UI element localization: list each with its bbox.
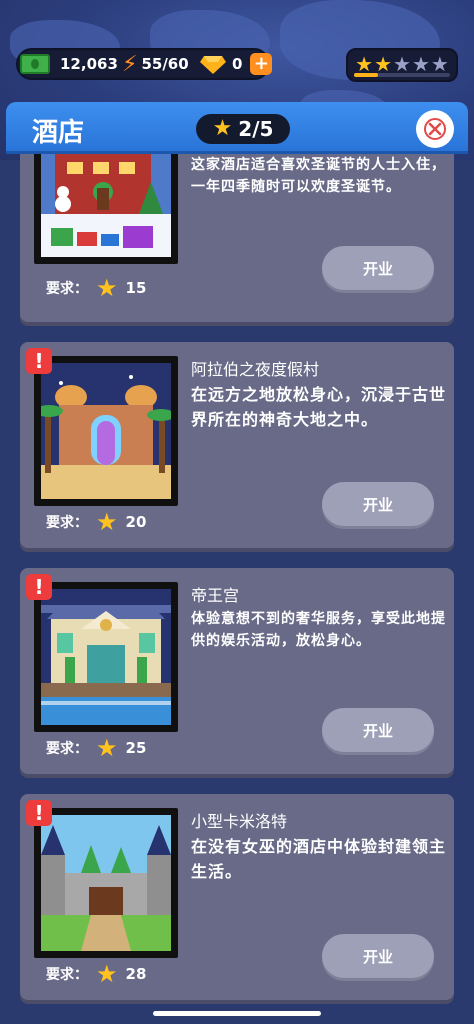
requirement-label: 要求：: [46, 741, 88, 757]
alert-icon: !: [26, 800, 52, 826]
hotel-name: 帝王宫: [191, 586, 240, 605]
open-hotel-button[interactable]: 开业: [322, 934, 434, 978]
hotel-description: 这家酒店适合喜欢圣诞节的人士入住，一年四季随时可以欢度圣诞节。: [191, 157, 446, 195]
hotel-thumbnail-palace: [34, 582, 178, 732]
star-icon: ★: [96, 960, 118, 988]
diamond-icon: [200, 54, 226, 74]
hotel-progress-badge: ★ 2/5: [196, 114, 290, 144]
hotel-card: 这家酒店适合喜欢圣诞节的人士入住，一年四季随时可以欢度圣诞节。 要求： ★ 15…: [20, 154, 454, 322]
star-icon: ★: [355, 52, 374, 76]
hotel-thumbnail-camelot: [34, 808, 178, 958]
requirement: 要求： ★ 20: [46, 510, 146, 534]
star-icon: ★: [393, 52, 411, 76]
cash-icon: [20, 54, 50, 74]
add-gems-button[interactable]: +: [250, 53, 273, 75]
star-icon: ★: [96, 734, 118, 762]
cash-counter: 12,063: [20, 48, 118, 80]
page-title: 酒店: [32, 118, 85, 148]
requirement: 要求： ★ 28: [46, 962, 146, 986]
star-icon: ★: [212, 116, 233, 141]
star-icon: ★: [430, 52, 449, 76]
hotel-card: ! 帝王宫 体验意想不到的奢华服务，享受此地提供的娱乐活动，放松身心。 要求： …: [20, 568, 454, 774]
hotel-card: ! 阿拉伯之夜度假村 在远方之地放松身心，沉浸于古世界所在的神奇大地之中。 要求…: [20, 342, 454, 548]
star-progress-fill: [354, 73, 378, 77]
open-hotel-button[interactable]: 开业: [322, 246, 434, 290]
cash-value: 12,063: [60, 55, 118, 73]
requirement-label: 要求：: [46, 281, 88, 297]
bolt-icon: ⚡: [122, 51, 138, 77]
star-progress-bar: [354, 73, 450, 77]
hotel-list[interactable]: 这家酒店适合喜欢圣诞节的人士入住，一年四季随时可以欢度圣诞节。 要求： ★ 15…: [0, 154, 474, 1024]
hotel-description: 体验意想不到的奢华服务，享受此地提供的娱乐活动，放松身心。: [191, 611, 446, 649]
requirement-value: 20: [125, 513, 147, 531]
requirement-value: 28: [125, 965, 147, 983]
requirement: 要求： ★ 25: [46, 736, 146, 760]
gem-counter: 0 +: [200, 48, 273, 80]
hotel-description: 在远方之地放松身心，沉浸于古世界所在的神奇大地之中。: [191, 385, 447, 429]
requirement-label: 要求：: [46, 515, 88, 531]
energy-value: 55/60: [141, 55, 189, 73]
hotel-thumbnail-arabian: [34, 356, 178, 506]
hotel-name: 小型卡米洛特: [191, 812, 288, 831]
star-icon: ★: [96, 508, 118, 536]
home-indicator[interactable]: [153, 1011, 321, 1016]
close-icon: [424, 118, 446, 140]
close-button[interactable]: [416, 110, 454, 148]
requirement: 要求： ★ 15: [46, 276, 146, 300]
hotel-name: 阿拉伯之夜度假村: [191, 360, 320, 379]
hotel-thumbnail-christmas: [34, 154, 178, 264]
hotel-description: 在没有女巫的酒店中体验封建领主生活。: [191, 837, 447, 881]
open-hotel-button[interactable]: 开业: [322, 708, 434, 752]
requirement-value: 25: [125, 739, 147, 757]
requirement-value: 15: [125, 279, 147, 297]
star-rating: ★ ★ ★ ★ ★: [346, 48, 458, 82]
open-hotel-button[interactable]: 开业: [322, 482, 434, 526]
alert-icon: !: [26, 348, 52, 374]
hotel-card: ! 小型卡米洛特 在没有女巫的酒店中体验封建领主生活。 要求： ★ 28 开业: [20, 794, 454, 1000]
alert-icon: !: [26, 574, 52, 600]
progress-value: 2/5: [238, 117, 274, 141]
hotel-header: 酒店 ★ 2/5: [6, 102, 468, 154]
star-icon: ★: [96, 274, 118, 302]
star-icon: ★: [411, 52, 430, 76]
star-icon: ★: [374, 52, 393, 76]
energy-counter: ⚡ 55/60: [122, 48, 189, 80]
requirement-label: 要求：: [46, 967, 88, 983]
gem-value: 0: [232, 55, 243, 73]
